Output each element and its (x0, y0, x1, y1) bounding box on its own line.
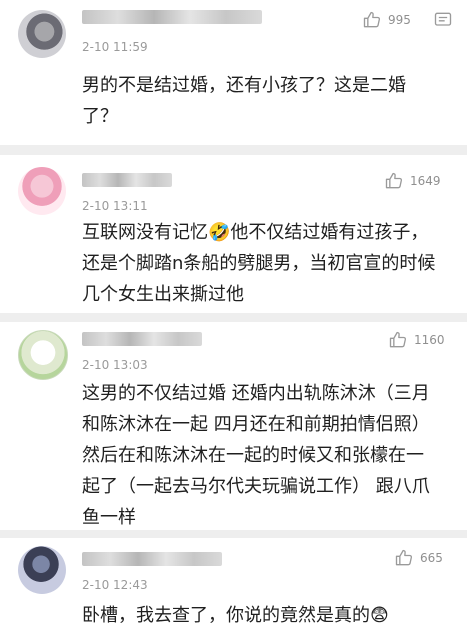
comment-item: 2-10 13:11 1649 互联网没有记忆🤣他不仅结过婚有过孩子，还是个脚踏… (0, 155, 467, 313)
divider (0, 145, 467, 155)
pink-cartoon-avatar[interactable] (18, 167, 66, 215)
comment-time: 2-10 13:11 (82, 199, 148, 213)
comment-text: 互联网没有记忆🤣他不仅结过婚有过孩子，还是个脚踏n条船的劈腿男，当初官宣的时候几… (82, 222, 436, 305)
like-button[interactable]: 665 (394, 548, 443, 568)
username-blurred[interactable] (82, 173, 172, 187)
divider (0, 313, 467, 322)
like-count: 1649 (410, 174, 441, 188)
thumbs-up-icon (395, 549, 413, 566)
like-button[interactable]: 1649 (384, 171, 441, 191)
thumbs-up-icon (363, 11, 381, 28)
thumbs-up-icon (385, 172, 403, 189)
anime-avatar[interactable] (18, 546, 66, 594)
like-count: 995 (388, 13, 411, 27)
thumbs-up-icon (389, 331, 407, 348)
comment-item: 2-10 11:59 995 男的不是结过婚，还有小孩了？这是二婚了？ (0, 0, 467, 145)
white-bear-avatar[interactable] (18, 330, 68, 380)
like-button[interactable]: 1160 (388, 330, 445, 350)
username-blurred[interactable] (82, 552, 222, 566)
like-button[interactable]: 995 (362, 10, 411, 30)
comment-time: 2-10 11:59 (82, 40, 148, 54)
username-blurred[interactable] (82, 10, 262, 24)
comment-item: 2-10 12:43 665 卧槽，我去查了，你说的竟然是真的😨 (0, 538, 467, 640)
comment-text: 这男的不仅结过婚 还婚内出轨陈沐沐（三月和陈沐沐在一起 四月还在和前期拍情侣照）… (82, 383, 430, 528)
comment-item: 2-10 13:03 1160 这男的不仅结过婚 还婚内出轨陈沐沐（三月和陈沐沐… (0, 322, 467, 530)
username-blurred[interactable] (82, 332, 202, 346)
comment-time: 2-10 13:03 (82, 358, 148, 372)
reply-icon[interactable] (433, 10, 453, 30)
like-count: 665 (420, 551, 443, 565)
comment-text: 男的不是结过婚，还有小孩了？这是二婚了？ (82, 75, 406, 127)
comment-time: 2-10 12:43 (82, 578, 148, 592)
comment-text: 卧槽，我去查了，你说的竟然是真的😨 (82, 605, 389, 626)
like-count: 1160 (414, 333, 445, 347)
pigeon-avatar[interactable] (18, 10, 66, 58)
divider (0, 530, 467, 538)
